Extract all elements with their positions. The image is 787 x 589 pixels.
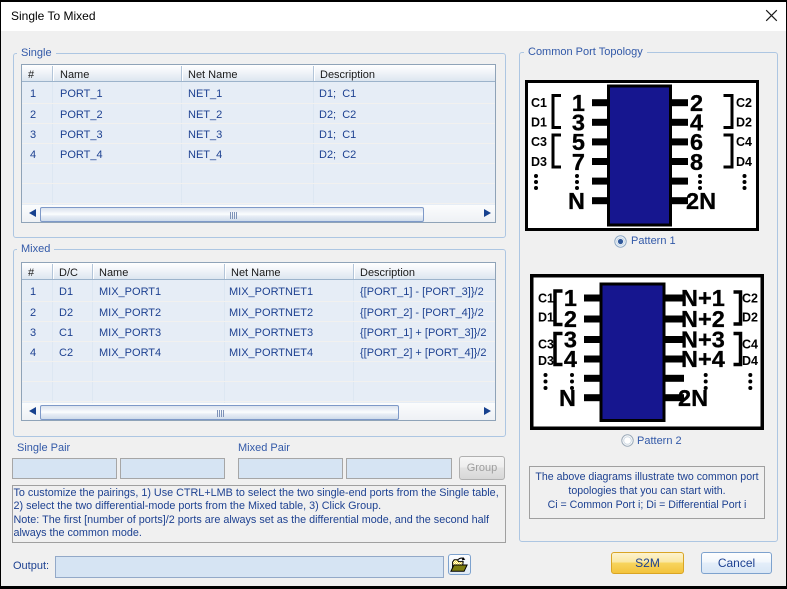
svg-text:C1: C1 xyxy=(538,292,554,306)
svg-text:C2: C2 xyxy=(736,96,752,110)
svg-text:D1: D1 xyxy=(531,116,547,130)
svg-text:D4: D4 xyxy=(736,155,752,169)
svg-text:2N: 2N xyxy=(678,385,708,411)
svg-text:C1: C1 xyxy=(531,96,547,110)
svg-text:D2: D2 xyxy=(736,116,752,130)
svg-text:D3: D3 xyxy=(538,354,554,368)
svg-text:C3: C3 xyxy=(531,135,547,149)
svg-text:C4: C4 xyxy=(736,135,752,149)
svg-text:2N: 2N xyxy=(686,188,716,214)
svg-text:C2: C2 xyxy=(742,292,758,306)
svg-text:D3: D3 xyxy=(531,155,547,169)
svg-text:D2: D2 xyxy=(742,311,758,325)
svg-text:N: N xyxy=(568,188,585,214)
svg-text:D4: D4 xyxy=(742,354,758,368)
svg-text:N+4: N+4 xyxy=(681,346,725,372)
svg-text:7: 7 xyxy=(572,149,585,175)
svg-text:D1: D1 xyxy=(538,311,554,325)
svg-text:4: 4 xyxy=(564,346,577,372)
svg-text:8: 8 xyxy=(690,149,703,175)
svg-text:C3: C3 xyxy=(538,338,554,352)
svg-text:C4: C4 xyxy=(742,338,758,352)
